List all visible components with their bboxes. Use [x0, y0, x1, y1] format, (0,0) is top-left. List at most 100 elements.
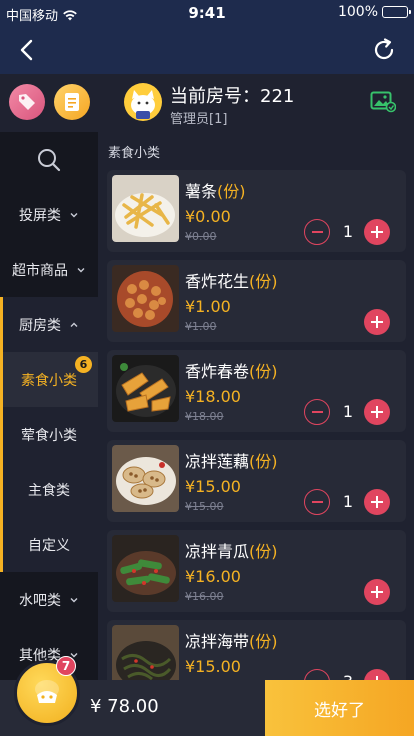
- product-card[interactable]: 凉拌莲藕(份) ¥15.00 ¥15.00 1: [107, 440, 406, 522]
- product-price: ¥16.00: [185, 567, 241, 586]
- decrease-button[interactable]: [304, 669, 330, 680]
- fries-image: [112, 175, 179, 242]
- image-icon[interactable]: [370, 91, 396, 113]
- sidebar-item-label: 水吧类: [19, 592, 61, 609]
- role-label: 管理员[1]: [170, 112, 228, 127]
- increase-button[interactable]: [364, 309, 390, 335]
- product-price: ¥15.00: [185, 657, 241, 676]
- sidebar-item-supermarket[interactable]: 超市商品: [0, 242, 98, 297]
- sidebar-item-label: 投屏类: [19, 207, 61, 224]
- sidebar-subitem-staple[interactable]: 主食类: [0, 462, 98, 517]
- lotus-root-image: [112, 445, 179, 512]
- active-indicator: [0, 352, 3, 407]
- product-price: ¥15.00: [185, 477, 241, 496]
- product-unit: (份): [249, 632, 278, 651]
- product-name-text: 香炸花生: [185, 272, 250, 291]
- cucumber-image: [112, 535, 179, 602]
- chevron-down-icon: [70, 212, 78, 217]
- search-icon: [38, 148, 61, 171]
- sidebar-item-kitchen[interactable]: 厨房类: [0, 297, 98, 352]
- decrease-button[interactable]: [304, 489, 330, 515]
- quantity-value: 3: [338, 672, 358, 680]
- cat-avatar-icon: [131, 90, 155, 119]
- increase-button[interactable]: [364, 399, 390, 425]
- increase-button[interactable]: [364, 579, 390, 605]
- search-button[interactable]: [0, 132, 98, 187]
- product-card[interactable]: 薯条(份) ¥0.00 ¥0.00 1: [107, 170, 406, 252]
- seaweed-image: [112, 625, 179, 680]
- product-image: [112, 265, 179, 332]
- cart-count-badge: 7: [56, 656, 76, 676]
- product-old-price: ¥1.00: [185, 320, 217, 333]
- confirm-button[interactable]: 选好了: [265, 680, 414, 736]
- chevron-up-icon: [70, 322, 78, 327]
- document-icon: [65, 93, 79, 111]
- document-button[interactable]: [54, 84, 90, 120]
- room-number: 当前房号：221: [170, 86, 295, 107]
- quantity-value: 1: [342, 402, 354, 421]
- chevron-down-icon: [70, 597, 78, 602]
- product-image: [112, 175, 179, 242]
- product-name-text: 凉拌海带: [185, 632, 250, 651]
- sidebar-item-label: 素食小类: [21, 372, 77, 389]
- quantity-value: 1: [342, 492, 354, 511]
- sidebar-item-label: 厨房类: [19, 317, 61, 334]
- count-badge: 6: [75, 356, 92, 373]
- back-icon[interactable]: [14, 36, 42, 64]
- spring-roll-image: [112, 355, 179, 422]
- sidebar-item-label: 主食类: [28, 482, 70, 499]
- product-name-text: 薯条: [185, 182, 218, 201]
- status-right: 100%: [337, 4, 411, 20]
- sidebar-item-water-bar[interactable]: 水吧类: [0, 572, 98, 627]
- product-old-price: ¥15.00: [185, 500, 224, 513]
- section-title: 素食小类: [108, 146, 161, 161]
- battery-icon: [382, 6, 411, 18]
- sidebar-subitem-meat[interactable]: 荤食小类: [0, 407, 98, 462]
- room-header: 当前房号：221 管理员[1]: [0, 74, 414, 132]
- sidebar-item-projection[interactable]: 投屏类: [0, 187, 98, 242]
- product-image: [112, 625, 179, 680]
- peanut-image: [112, 265, 179, 332]
- increase-button[interactable]: [364, 219, 390, 245]
- decrease-button[interactable]: [304, 219, 330, 245]
- product-card[interactable]: 凉拌海带(份) ¥15.00 3: [107, 620, 406, 680]
- sidebar-subitem-vegetarian[interactable]: 素食小类 6: [0, 352, 98, 407]
- product-unit: (份): [249, 362, 278, 381]
- product-image: [112, 445, 179, 512]
- product-price: ¥1.00: [185, 297, 231, 316]
- product-list: 素食小类 薯条(份) ¥0.00 ¥0.00 1 香炸花生(份) ¥1.00 ¥…: [98, 132, 414, 680]
- product-old-price: ¥18.00: [185, 410, 224, 423]
- increase-button[interactable]: [364, 669, 390, 680]
- quantity-value: 1: [342, 222, 354, 241]
- product-unit: (份): [249, 542, 278, 561]
- battery-percent: 100%: [337, 4, 378, 20]
- chevron-down-icon: [77, 267, 85, 272]
- nav-bar: [0, 26, 414, 74]
- product-name-text: 香炸春卷: [185, 362, 250, 381]
- cart-total: ¥ 78.00: [90, 696, 159, 717]
- product-price: ¥18.00: [185, 387, 241, 406]
- sidebar-subitem-custom[interactable]: 自定义: [0, 517, 98, 572]
- product-unit: (份): [217, 182, 246, 201]
- category-sidebar: 投屏类 超市商品 厨房类 素食小类 6 荤食小类 主食类 自定义 水吧类 其他类: [0, 132, 98, 680]
- sidebar-item-label: 超市商品: [12, 262, 68, 279]
- product-name-text: 凉拌青瓜: [185, 542, 250, 561]
- refresh-icon[interactable]: [370, 36, 398, 64]
- tag-button[interactable]: [9, 84, 45, 120]
- decrease-button[interactable]: [304, 399, 330, 425]
- product-card[interactable]: 香炸春卷(份) ¥18.00 ¥18.00 1: [107, 350, 406, 432]
- product-card[interactable]: 凉拌青瓜(份) ¥16.00 ¥16.00: [107, 530, 406, 612]
- product-name: 薯条(份): [185, 178, 246, 202]
- product-old-price: ¥0.00: [185, 230, 217, 243]
- increase-button[interactable]: [364, 489, 390, 515]
- product-unit: (份): [249, 452, 278, 471]
- product-unit: (份): [249, 272, 278, 291]
- product-card[interactable]: 香炸花生(份) ¥1.00 ¥1.00: [107, 260, 406, 342]
- product-name: 凉拌莲藕(份): [185, 448, 278, 472]
- product-name-text: 凉拌莲藕: [185, 452, 250, 471]
- sidebar-item-label: 荤食小类: [21, 427, 77, 444]
- product-name: 凉拌青瓜(份): [185, 538, 278, 562]
- product-image: [112, 355, 179, 422]
- avatar: [124, 83, 162, 121]
- active-indicator: [0, 297, 3, 352]
